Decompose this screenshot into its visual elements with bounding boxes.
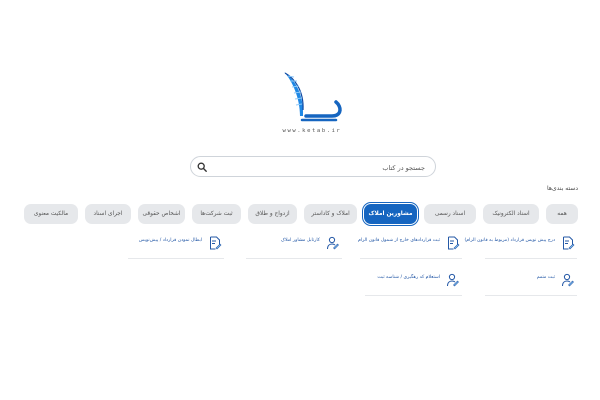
service-label: کارتابل مشاور املاک: [280, 238, 320, 243]
document-edit-icon: [448, 236, 460, 250]
document-edit-icon: [563, 236, 575, 250]
service-label: ابطال نمودن قرارداد / پیش‌نویس: [138, 238, 202, 243]
service-card[interactable]: درج پیش نویس قرارداد (مربوط به قانون الز…: [464, 233, 577, 259]
tab-real-estate-consultants[interactable]: مشاورین املاک: [361, 201, 420, 227]
tab-intellectual-property[interactable]: مالکیت معنوی: [24, 204, 78, 224]
user-edit-icon: [447, 273, 459, 287]
tab-official-documents[interactable]: اسناد رسمی: [424, 204, 476, 224]
tab-document-enforcement[interactable]: اجرای اسناد: [85, 204, 131, 224]
service-label: درج پیش نویس قرارداد (مربوط به قانون الز…: [464, 238, 555, 243]
categories-title: دسته بندی‌ها: [547, 185, 578, 192]
service-card[interactable]: کارتابل مشاور املاک: [246, 233, 342, 259]
service-card[interactable]: استعلام کد رهگیری / شناسه ثبت: [365, 270, 462, 296]
search-box[interactable]: [190, 156, 436, 177]
user-edit-icon: [327, 236, 339, 250]
document-edit-icon: [210, 236, 222, 250]
search-icon[interactable]: [197, 162, 207, 172]
user-edit-icon: [562, 273, 574, 287]
service-card[interactable]: ابطال نمودن قرارداد / پیش‌نویس: [128, 233, 224, 259]
logo-url: www.ketab.ir: [282, 128, 342, 134]
category-tabs: همه اسناد الکترونیک اسناد رسمی مشاورین ا…: [24, 201, 578, 227]
service-label: استعلام کد رهگیری / شناسه ثبت: [377, 275, 440, 280]
tab-property-cadastre[interactable]: املاک و کاداستر: [304, 204, 357, 224]
service-card[interactable]: ثبت متمم: [485, 270, 577, 296]
service-label: ثبت قرارداد‌های خارج از شمول قانون الزام: [357, 238, 440, 243]
tab-electronic-documents[interactable]: اسناد الکترونیک: [483, 204, 539, 224]
service-label: ثبت متمم: [536, 275, 555, 280]
quill-book-icon: [284, 72, 342, 122]
search-input[interactable]: [215, 160, 427, 175]
service-card[interactable]: ثبت قرارداد‌های خارج از شمول قانون الزام: [357, 233, 462, 259]
tab-legal-entities[interactable]: اشخاص حقوقی: [138, 204, 185, 224]
tab-all[interactable]: همه: [546, 204, 578, 224]
tab-company-registration[interactable]: ثبت شرکت‌ها: [192, 204, 241, 224]
tab-marriage-divorce[interactable]: ازدواج و طلاق: [248, 204, 297, 224]
